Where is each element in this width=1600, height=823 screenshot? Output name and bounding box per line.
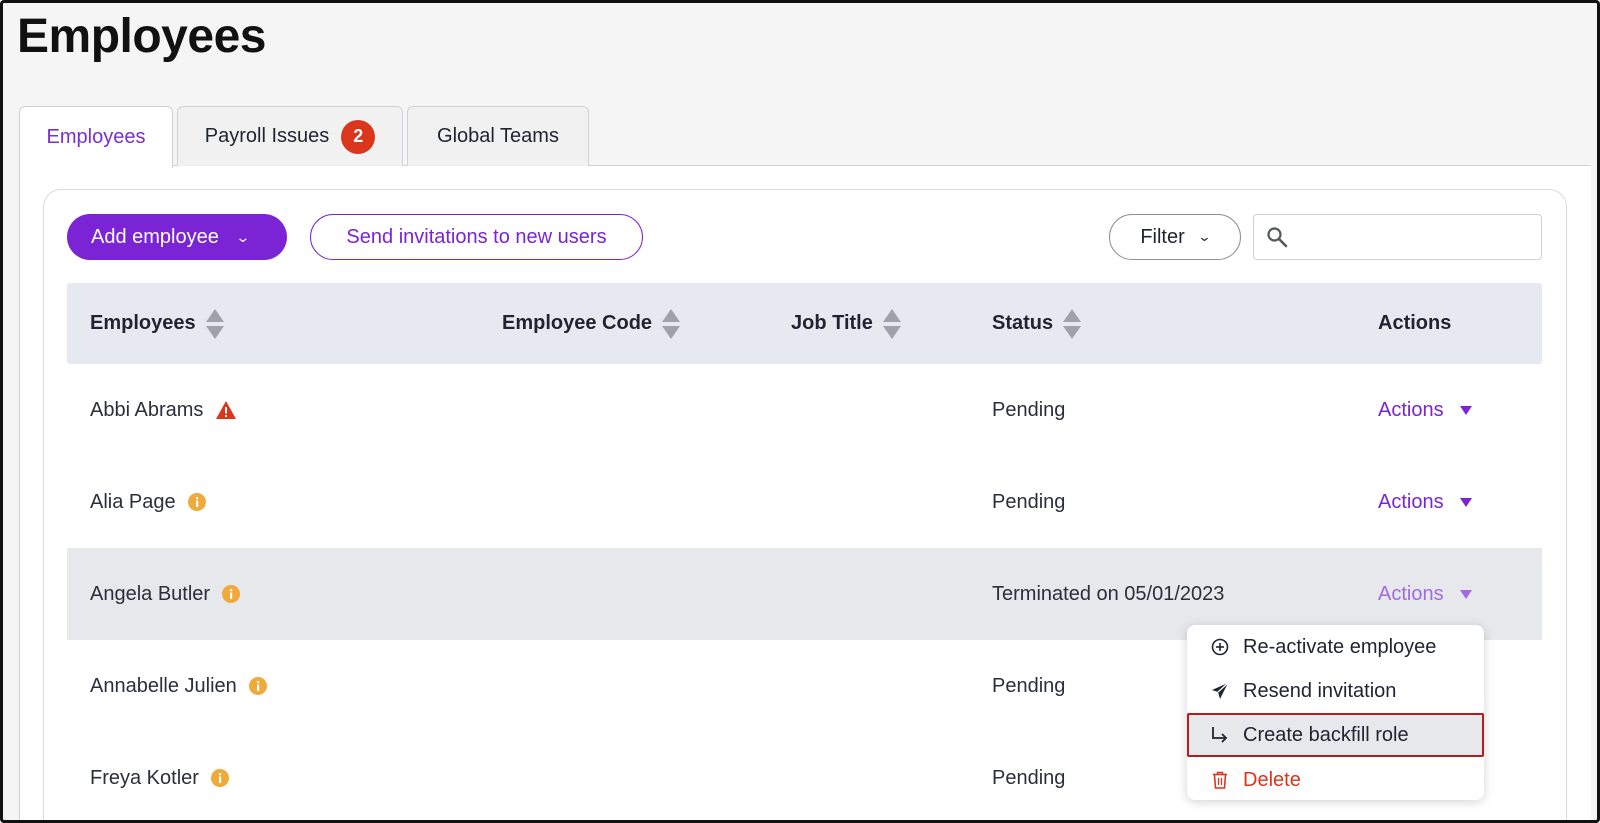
arrow-down-right-icon — [1209, 726, 1231, 744]
actions-label: Actions — [1378, 398, 1444, 421]
status-cell: Pending — [992, 490, 1066, 513]
search-input[interactable] — [1298, 221, 1528, 253]
paper-plane-icon — [1209, 682, 1231, 700]
menu-item-delete[interactable]: Delete — [1187, 758, 1484, 802]
tab-label: Global Teams — [437, 125, 559, 147]
column-header-label: Status — [992, 312, 1054, 334]
sort-icon[interactable] — [882, 308, 901, 339]
column-header-label: Employee Code — [502, 312, 653, 334]
actions-label: Actions — [1378, 582, 1444, 605]
actions-dropdown-button[interactable]: Actions — [1378, 583, 1472, 606]
employee-name[interactable]: Angela Butler — [90, 583, 210, 606]
info-icon[interactable] — [222, 585, 241, 603]
status-cell: Pending — [992, 674, 1066, 697]
table-header: Employees Employee Code Job Title Status… — [67, 283, 1542, 364]
info-icon[interactable] — [248, 677, 267, 695]
employee-name[interactable]: Alia Page — [90, 491, 176, 514]
chevron-down-icon: ⌄ — [1197, 229, 1212, 244]
tab-employees[interactable]: Employees — [19, 106, 173, 168]
table-row: Alia Page Pending Actions — [67, 456, 1542, 548]
menu-item-reactivate-employee[interactable]: Re-activate employee — [1187, 625, 1484, 669]
sort-icon[interactable] — [662, 308, 681, 339]
status-cell: Pending — [992, 766, 1066, 789]
column-header-employee-code[interactable]: Employee Code — [502, 283, 681, 364]
tab-label: Employees — [46, 126, 146, 148]
send-invitations-button[interactable]: Send invitations to new users — [310, 214, 643, 260]
plus-circle-icon — [1209, 638, 1231, 656]
caret-down-icon — [1459, 497, 1472, 507]
chevron-down-icon: ⌄ — [235, 228, 251, 245]
menu-item-resend-invitation[interactable]: Resend invitation — [1187, 669, 1484, 713]
sort-icon[interactable] — [1063, 308, 1082, 339]
warning-icon — [215, 400, 237, 420]
tab-payroll-issues[interactable]: Payroll Issues 2 — [177, 106, 403, 166]
payroll-issues-count-badge: 2 — [341, 119, 376, 154]
app-window: Employees Employees Payroll Issues 2 Glo… — [0, 0, 1600, 823]
employee-name[interactable]: Annabelle Julien — [90, 675, 237, 698]
column-header-actions: Actions — [1378, 283, 1451, 364]
add-employee-button[interactable]: Add employee ⌄ — [67, 214, 287, 260]
sort-icon[interactable] — [205, 308, 224, 339]
caret-down-icon — [1459, 589, 1472, 599]
tab-label: Payroll Issues — [204, 125, 330, 147]
add-employee-label: Add employee — [91, 225, 219, 248]
caret-down-icon — [1459, 405, 1472, 415]
column-header-status[interactable]: Status — [992, 283, 1082, 364]
table-row: Abbi Abrams Pending Actions — [67, 364, 1542, 456]
filter-button[interactable]: Filter ⌄ — [1109, 214, 1241, 260]
info-icon[interactable] — [210, 769, 229, 787]
tab-global-teams[interactable]: Global Teams — [407, 106, 589, 166]
actions-menu: Re-activate employee Resend invitation C… — [1187, 625, 1484, 800]
trash-icon — [1209, 771, 1231, 789]
menu-item-label: Re-activate employee — [1243, 635, 1437, 658]
info-icon[interactable] — [187, 493, 206, 511]
send-invitations-label: Send invitations to new users — [346, 225, 607, 248]
menu-item-label: Delete — [1243, 768, 1301, 791]
actions-label: Actions — [1378, 490, 1444, 513]
search-box — [1253, 214, 1542, 260]
column-header-label: Job Title — [791, 312, 873, 334]
search-icon — [1266, 226, 1288, 253]
employee-name[interactable]: Abbi Abrams — [90, 399, 203, 422]
actions-dropdown-button[interactable]: Actions — [1378, 399, 1472, 422]
status-cell: Pending — [992, 398, 1066, 421]
menu-item-label: Resend invitation — [1243, 679, 1397, 702]
column-header-job-title[interactable]: Job Title — [791, 283, 901, 364]
column-header-label: Actions — [1378, 312, 1452, 334]
filter-label: Filter — [1140, 225, 1185, 248]
column-header-employees[interactable]: Employees — [90, 283, 224, 364]
employee-name[interactable]: Freya Kotler — [90, 767, 199, 790]
menu-item-label: Create backfill role — [1243, 723, 1409, 746]
column-header-label: Employees — [90, 312, 196, 334]
menu-item-create-backfill-role[interactable]: Create backfill role — [1187, 713, 1484, 757]
actions-dropdown-button[interactable]: Actions — [1378, 491, 1472, 514]
page-title: Employees — [17, 10, 266, 63]
